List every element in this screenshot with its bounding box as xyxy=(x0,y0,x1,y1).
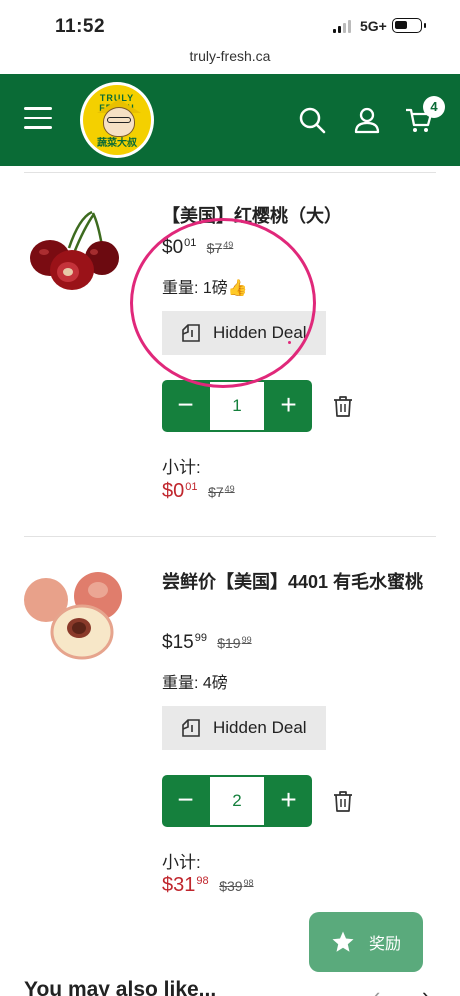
hidden-deal-button[interactable]: Hidden Deal xyxy=(162,706,326,750)
hidden-deal-label: Hidden Deal xyxy=(213,718,307,737)
status-bar: 11:52 5G+ xyxy=(0,0,460,46)
product-title[interactable]: 尝鲜价【美国】4401 有毛水蜜桃 xyxy=(162,568,432,597)
price-tag-icon xyxy=(182,719,200,737)
quantity-input[interactable]: 1 xyxy=(210,382,264,430)
product-weight: 重量: 1磅👍 xyxy=(162,280,248,297)
peach-product-image[interactable] xyxy=(24,570,124,660)
subtotal-value: $001 $749 xyxy=(162,480,235,502)
product-title[interactable]: 【美国】红樱桃（大） xyxy=(162,202,432,231)
trash-icon[interactable] xyxy=(333,395,353,417)
quantity-input[interactable]: 2 xyxy=(210,777,264,825)
cherry-product-image[interactable] xyxy=(24,208,124,298)
search-icon[interactable] xyxy=(298,106,326,134)
subtotal-value: $3198 $3998 xyxy=(162,874,254,896)
product-price: $001 $749 xyxy=(162,237,234,258)
reward-button[interactable]: 奖励 xyxy=(309,912,423,972)
price-tag-icon xyxy=(182,324,200,342)
site-logo[interactable]: TRULY FRESH 蔬菜大叔 xyxy=(80,82,154,158)
chevron-left-icon[interactable]: ‹ xyxy=(373,983,380,996)
quantity-stepper: − 2 + xyxy=(162,775,312,827)
reward-label: 奖励 xyxy=(369,936,402,953)
menu-icon[interactable] xyxy=(24,107,52,131)
divider xyxy=(24,536,436,537)
subtotal-label: 小计: xyxy=(162,458,201,477)
increase-quantity-button[interactable]: + xyxy=(265,380,312,432)
increase-quantity-button[interactable]: + xyxy=(265,775,312,827)
decrease-quantity-button[interactable]: − xyxy=(162,775,209,827)
hidden-deal-label: Hidden Deal xyxy=(213,323,307,342)
star-icon xyxy=(332,931,354,952)
cart-count-badge: 4 xyxy=(423,96,445,118)
chevron-right-icon[interactable]: › xyxy=(422,983,429,996)
site-header: TRULY FRESH 蔬菜大叔 xyxy=(0,74,460,166)
battery-icon xyxy=(392,18,426,33)
also-like-heading: You may also like... xyxy=(24,978,217,996)
network-label: 5G+ xyxy=(360,18,387,34)
divider xyxy=(24,172,436,173)
trash-icon[interactable] xyxy=(333,790,353,812)
product-weight: 重量: 4磅 xyxy=(162,675,228,692)
hidden-deal-button[interactable]: Hidden Deal xyxy=(162,311,326,355)
product-price: $1599 $1999 xyxy=(162,632,252,653)
user-icon[interactable] xyxy=(353,106,381,134)
signal-icon xyxy=(333,20,351,33)
status-time: 11:52 xyxy=(55,16,106,37)
cursor-dot xyxy=(288,341,291,344)
decrease-quantity-button[interactable]: − xyxy=(162,380,209,432)
url-bar[interactable]: truly-fresh.ca xyxy=(0,48,460,64)
quantity-stepper: − 1 + xyxy=(162,380,312,432)
subtotal-label: 小计: xyxy=(162,853,201,872)
